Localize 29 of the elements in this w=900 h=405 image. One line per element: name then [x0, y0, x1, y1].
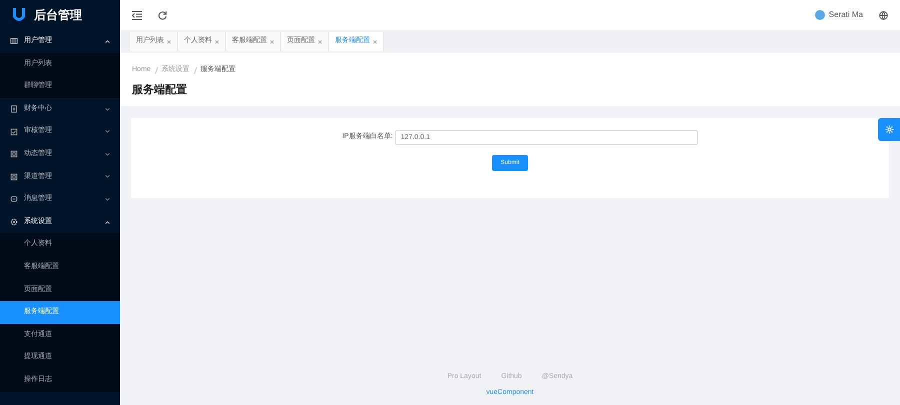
settings-icon — [10, 218, 18, 226]
document-icon — [10, 105, 18, 114]
close-icon[interactable] — [373, 40, 377, 44]
close-icon[interactable] — [270, 40, 274, 44]
close-icon[interactable] — [318, 40, 322, 44]
close-icon[interactable] — [167, 40, 171, 44]
chevron-down-icon — [105, 198, 110, 201]
menu-fold-icon[interactable] — [132, 10, 142, 20]
settings-icon — [884, 125, 894, 134]
square-icon — [10, 172, 18, 181]
chevron-up-icon — [105, 40, 110, 43]
settings-button[interactable] — [878, 118, 900, 141]
avatar-icon[interactable] — [814, 10, 825, 20]
message-icon — [10, 195, 18, 204]
user-name[interactable]: Serati Ma — [828, 9, 863, 21]
square-icon — [10, 150, 18, 158]
logo-icon — [12, 7, 26, 23]
close-icon[interactable] — [215, 40, 219, 44]
reload-icon[interactable] — [158, 10, 167, 20]
checkbox-icon — [10, 128, 18, 136]
chevron-down-icon — [105, 130, 110, 134]
app-title: 后台管理 — [34, 7, 82, 24]
chevron-down-icon — [105, 108, 110, 111]
chevron-up-icon — [105, 220, 110, 224]
page-title: 服务端配置 — [132, 82, 188, 98]
chevron-down-icon — [105, 152, 110, 156]
globe-icon[interactable] — [879, 10, 888, 20]
table-icon — [10, 37, 18, 46]
chevron-down-icon — [105, 175, 110, 178]
